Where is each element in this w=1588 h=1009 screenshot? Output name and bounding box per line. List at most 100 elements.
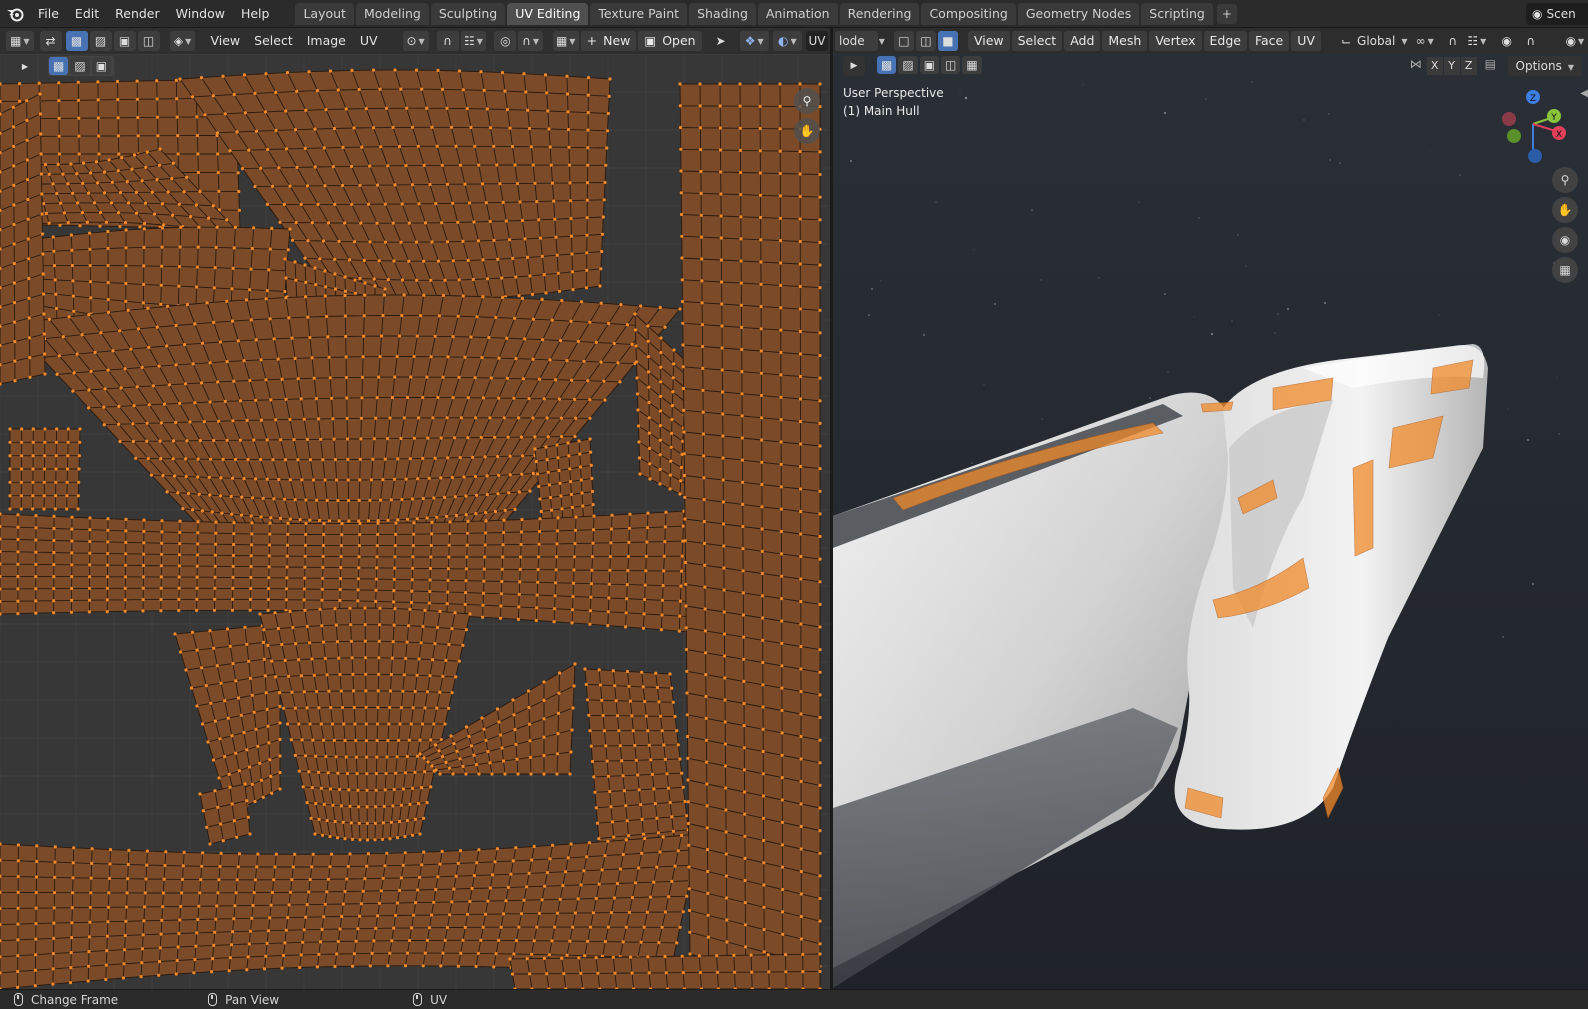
- object-mode-dropdown[interactable]: lode ▼: [835, 31, 885, 51]
- uv-island[interactable]: [258, 606, 472, 842]
- uv-mode-dropdown[interactable]: UV: [805, 31, 828, 51]
- menu-render[interactable]: Render: [107, 3, 168, 25]
- pin-icon: ➤: [715, 34, 726, 48]
- scene-selector[interactable]: ◉ Scen: [1526, 3, 1588, 25]
- viewport-snap-dropdown[interactable]: ☷ ▼: [1465, 31, 1488, 51]
- toolbar-toggle[interactable]: ▶: [14, 56, 36, 76]
- workspace-tab-texture-paint[interactable]: Texture Paint: [590, 2, 688, 25]
- workspace-tab-scripting[interactable]: Scripting: [1141, 2, 1213, 25]
- uv-island[interactable]: [678, 82, 822, 989]
- edge-mode-button[interactable]: ◫: [915, 31, 936, 51]
- menu-window[interactable]: Window: [168, 3, 233, 25]
- add-workspace-button[interactable]: +: [1216, 3, 1237, 24]
- viewport-falloff-dropdown[interactable]: ∩: [1519, 31, 1542, 51]
- uv-menu-view[interactable]: View: [203, 31, 247, 51]
- select-extend-button[interactable]: ▨: [70, 57, 90, 75]
- menu-file[interactable]: File: [30, 3, 67, 25]
- workspace-tab-modeling[interactable]: Modeling: [355, 2, 429, 25]
- uv-island[interactable]: [508, 952, 822, 989]
- workspace-tab-compositing[interactable]: Compositing: [921, 2, 1016, 25]
- viewport-menu-add[interactable]: Add: [1064, 31, 1101, 51]
- axis-y-toggle[interactable]: Y: [1443, 57, 1460, 75]
- vp-select-subtract-button[interactable]: ▣: [919, 56, 940, 74]
- pin-toggle[interactable]: ➤: [710, 31, 732, 51]
- vertex-select-button[interactable]: ▩: [65, 31, 88, 51]
- viewport-snap-toggle[interactable]: ∩: [1441, 31, 1464, 51]
- 3d-viewport[interactable]: lode ▼ □ ◫ ■ View Select Add Mesh Vertex Edge F…: [833, 28, 1588, 989]
- sticky-select-dropdown[interactable]: ◈ ▼: [169, 31, 196, 51]
- viewport-menu-view[interactable]: View: [967, 31, 1010, 51]
- vp-select-extend-button[interactable]: ▨: [898, 56, 918, 74]
- viewport-menu-face[interactable]: Face: [1248, 31, 1290, 51]
- workspace-tab-geometry-nodes[interactable]: Geometry Nodes: [1017, 2, 1140, 25]
- uv-island[interactable]: [198, 782, 252, 846]
- sidebar-toggle-arrow-icon[interactable]: ◀: [1580, 88, 1588, 99]
- menu-edit[interactable]: Edit: [67, 3, 107, 25]
- menu-help[interactable]: Help: [233, 3, 278, 25]
- uv-menu-uv[interactable]: UV: [353, 31, 385, 51]
- axis-z-toggle[interactable]: Z: [1460, 57, 1477, 75]
- vp-select-intersect-button[interactable]: ▦: [962, 56, 982, 74]
- island-select-button[interactable]: ◫: [137, 31, 160, 51]
- uv-pan-button[interactable]: ✋: [794, 118, 820, 144]
- vertex-mode-button[interactable]: □: [893, 31, 914, 51]
- workspace-tab-rendering[interactable]: Rendering: [839, 2, 920, 25]
- toggle-perspective-button[interactable]: ▦: [1552, 257, 1578, 283]
- snap-toggle[interactable]: ∩: [436, 31, 459, 51]
- uv-island[interactable]: [583, 667, 692, 856]
- uv-display-toggle[interactable]: ◐ ▼: [772, 31, 802, 51]
- face-select-button[interactable]: ▣: [113, 31, 136, 51]
- edge-select-button[interactable]: ▨: [89, 31, 112, 51]
- select-subtract-button[interactable]: ▣: [91, 57, 112, 75]
- uv-menu-image[interactable]: Image: [300, 31, 353, 51]
- edge-mode-icon: ◫: [920, 34, 932, 48]
- options-dropdown[interactable]: Options ▼: [1507, 56, 1582, 76]
- viewport-scene[interactable]: Z Y X: [833, 28, 1588, 989]
- uv-editor[interactable]: ▦ ▼ ⇄ ▩ ▨ ▣ ◫ ◈ ▼ View Select Image UV ⊙ ▼ ∩ ☷…: [0, 28, 830, 989]
- vp-select-invert-button[interactable]: ◫: [941, 56, 961, 74]
- uv-zoom-button[interactable]: ⚲: [794, 88, 820, 114]
- viewport-menu-edge[interactable]: Edge: [1203, 31, 1247, 51]
- uv-overlay-toggle[interactable]: ❖ ▼: [739, 31, 769, 51]
- gizmo-neg-y[interactable]: [1507, 129, 1521, 143]
- axis-x-toggle[interactable]: X: [1426, 57, 1443, 75]
- select-new-button[interactable]: ▩: [49, 57, 69, 75]
- falloff-dropdown[interactable]: ∩ ▼: [518, 31, 543, 51]
- workspace-tab-layout[interactable]: Layout: [295, 2, 354, 25]
- viewport-pan-button[interactable]: ✋: [1552, 197, 1578, 223]
- viewport-zoom-button[interactable]: ⚲: [1552, 167, 1578, 193]
- viewport-menu-vertex[interactable]: Vertex: [1149, 31, 1202, 51]
- blender-logo-icon[interactable]: [0, 0, 30, 28]
- gizmo-neg-z[interactable]: [1528, 149, 1542, 163]
- new-image-button[interactable]: + New: [580, 31, 637, 51]
- sync-selection-toggle[interactable]: ⇄: [39, 31, 62, 51]
- open-image-button[interactable]: ▣ Open: [638, 31, 702, 51]
- proportional-edit-toggle[interactable]: ◎: [494, 31, 517, 51]
- viewport-menu-mesh[interactable]: Mesh: [1102, 31, 1148, 51]
- vp-select-new-button[interactable]: ▩: [877, 56, 897, 74]
- transform-orientation-dropdown[interactable]: ⌙ Global ▼: [1341, 31, 1407, 51]
- camera-view-button[interactable]: ◉: [1552, 227, 1578, 253]
- workspace-tab-animation[interactable]: Animation: [757, 2, 838, 25]
- main-menu: File Edit Render Window Help: [30, 3, 277, 25]
- workspace-tab-sculpting[interactable]: Sculpting: [430, 2, 506, 25]
- viewport-proportional-toggle[interactable]: ◉: [1495, 31, 1518, 51]
- viewport-toolbar-toggle[interactable]: ▶: [843, 56, 865, 76]
- image-browse-dropdown[interactable]: ▦ ▼: [552, 31, 579, 51]
- gizmo-neg-x[interactable]: [1502, 112, 1516, 126]
- pivot-dropdown[interactable]: ⊙ ▼: [402, 31, 429, 51]
- uv-menu-select[interactable]: Select: [247, 31, 300, 51]
- face-mode-button[interactable]: ■: [937, 31, 958, 51]
- auto-merge-icon[interactable]: ▤: [1485, 57, 1496, 75]
- uv-mesh-canvas[interactable]: [0, 54, 830, 989]
- uv-island[interactable]: [8, 427, 82, 511]
- workspace-tab-shading[interactable]: Shading: [689, 2, 756, 25]
- editor-type-button[interactable]: ▦ ▼: [6, 31, 34, 51]
- workspace-tab-uv-editing[interactable]: UV Editing: [507, 2, 589, 25]
- uv-island[interactable]: [0, 92, 47, 386]
- pivot-point-dropdown[interactable]: ∞ ▼: [1413, 31, 1436, 51]
- viewport-menu-uv[interactable]: UV: [1291, 31, 1321, 51]
- snap-target-dropdown[interactable]: ☷ ▼: [460, 31, 487, 51]
- viewport-menu-select[interactable]: Select: [1011, 31, 1063, 51]
- viewport-visibility-dropdown[interactable]: ◉ ▼: [1563, 31, 1586, 51]
